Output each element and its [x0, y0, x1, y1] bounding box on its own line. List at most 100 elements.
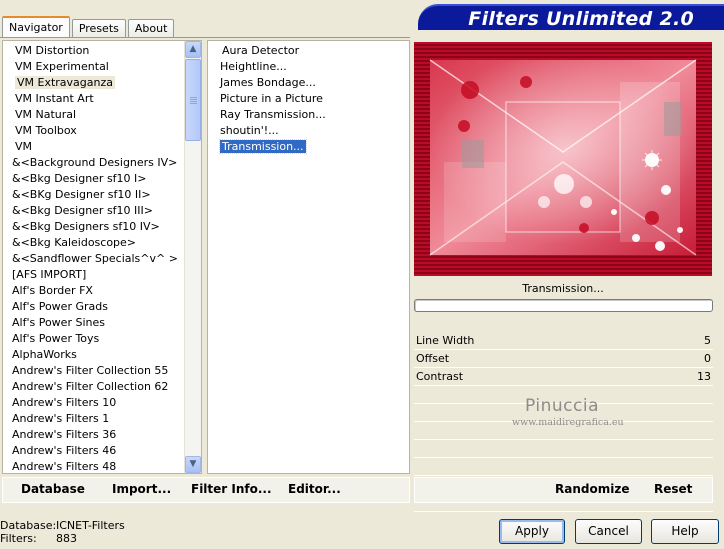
tab-about[interactable]: About — [127, 19, 175, 38]
preview-image — [414, 42, 712, 276]
category-list-panel: VM Distortion VM Experimental VM Extravaga… — [2, 40, 202, 474]
left-toolbar: Database Import... Filter Info... Editor… — [2, 477, 410, 503]
category-item[interactable]: &<Bkg Kaleidoscope> — [3, 235, 185, 251]
scroll-thumb[interactable] — [185, 59, 201, 141]
param-line-width[interactable]: Line Width 5 — [414, 332, 713, 350]
tab-navigator[interactable]: Navigator — [2, 16, 70, 38]
filter-item[interactable]: Heightline... — [208, 59, 409, 75]
category-item[interactable]: VM Toolbox — [3, 123, 185, 139]
randomize-button[interactable]: Randomize — [555, 482, 629, 496]
param-contrast[interactable]: Contrast 13 — [414, 368, 713, 386]
category-label: Andrew's Filters 36 — [12, 428, 117, 441]
param-label: Contrast — [416, 370, 464, 383]
scroll-up-button[interactable]: ▲ — [185, 41, 201, 58]
category-item[interactable]: Andrew's Filters 48 — [3, 459, 185, 473]
category-label: VM Instant Art — [15, 92, 94, 105]
category-label: Alf's Power Grads — [12, 300, 108, 313]
filters-count-label: Filters: — [0, 532, 37, 545]
category-label: Andrew's Filters 10 — [12, 396, 117, 409]
category-item[interactable]: Alf's Power Toys — [3, 331, 185, 347]
filter-item[interactable]: James Bondage... — [208, 75, 409, 91]
filters-count-value: 883 — [56, 532, 77, 545]
filter-label: Ray Transmission... — [220, 108, 326, 121]
category-label: &<Bkg Kaleidoscope> — [12, 236, 137, 249]
apply-button[interactable]: Apply — [499, 519, 565, 544]
category-item[interactable]: VM Extravaganza — [3, 75, 185, 91]
category-label: Andrew's Filter Collection 62 — [12, 380, 169, 393]
category-item[interactable]: Andrew's Filters 1 — [3, 411, 185, 427]
category-item[interactable]: &<Bkg Designer sf10 III> — [3, 203, 185, 219]
category-item[interactable]: Andrew's Filter Collection 55 — [3, 363, 185, 379]
filter-item[interactable]: Transmission... — [208, 139, 409, 155]
grip-line — [190, 99, 197, 100]
progress-bar — [414, 299, 713, 312]
filter-label: Picture in a Picture — [220, 92, 323, 105]
filter-item[interactable]: shoutin'!... — [208, 123, 409, 139]
category-label: VM Experimental — [15, 60, 109, 73]
filter-label: Heightline... — [220, 60, 287, 73]
database-button[interactable]: Database — [21, 482, 85, 496]
category-item[interactable]: &<Bkg Designer sf10 I> — [3, 171, 185, 187]
category-label: Andrew's Filters 48 — [12, 460, 117, 473]
tab-presets[interactable]: Presets — [71, 19, 126, 38]
category-item[interactable]: [AFS IMPORT] — [3, 267, 185, 283]
editor-button[interactable]: Editor... — [288, 482, 341, 496]
category-label: Andrew's Filters 46 — [12, 444, 117, 457]
category-label: &<Bkg Designer sf10 I> — [12, 172, 147, 185]
param-offset[interactable]: Offset 0 — [414, 350, 713, 368]
preview-caption: Transmission... — [522, 282, 604, 295]
database-info: Database: ICNET-Filters Filters: 883 — [0, 519, 125, 545]
param-value[interactable]: 13 — [697, 368, 711, 385]
category-item[interactable]: Alf's Border FX — [3, 283, 185, 299]
filter-info-button[interactable]: Filter Info... — [191, 482, 272, 496]
database-label: Database: — [0, 519, 57, 532]
category-label: &<Sandflower Specials^v^ > — [12, 252, 178, 265]
filter-list[interactable]: Aura Detector Heightline... James Bondage.… — [208, 41, 409, 155]
category-item[interactable]: VM Distortion — [3, 43, 185, 59]
cancel-button[interactable]: Cancel — [575, 519, 642, 544]
category-item[interactable]: VM — [3, 139, 185, 155]
filter-item[interactable]: Ray Transmission... — [208, 107, 409, 123]
category-item[interactable]: &<Bkg Designers sf10 IV> — [3, 219, 185, 235]
category-scrollbar[interactable]: ▲ ▼ — [184, 41, 201, 473]
category-item[interactable]: Andrew's Filter Collection 62 — [3, 379, 185, 395]
category-item[interactable]: Alf's Power Grads — [3, 299, 185, 315]
category-list[interactable]: VM Distortion VM Experimental VM Extravaga… — [3, 43, 185, 473]
category-item[interactable]: &<Sandflower Specials^v^ > — [3, 251, 185, 267]
filter-item[interactable]: Picture in a Picture — [208, 91, 409, 107]
param-value[interactable]: 5 — [704, 332, 711, 349]
category-item[interactable]: Alf's Power Sines — [3, 315, 185, 331]
grip-line — [190, 103, 197, 104]
database-value: ICNET-Filters — [56, 519, 125, 532]
category-item[interactable]: VM Instant Art — [3, 91, 185, 107]
category-label: VM — [15, 140, 33, 153]
category-item[interactable]: Andrew's Filters 10 — [3, 395, 185, 411]
category-item[interactable]: Andrew's Filters 46 — [3, 443, 185, 459]
param-slot-empty — [414, 386, 713, 404]
scroll-down-button[interactable]: ▼ — [185, 456, 201, 473]
category-item[interactable]: AlphaWorks — [3, 347, 185, 363]
category-label: VM Extravaganza — [15, 76, 116, 89]
filter-label: Transmission... — [219, 139, 307, 154]
tab-divider — [0, 37, 410, 38]
category-item[interactable]: VM Natural — [3, 107, 185, 123]
category-label: Alf's Power Toys — [12, 332, 100, 345]
category-item[interactable]: &<BKg Designer sf10 II> — [3, 187, 185, 203]
filter-label: James Bondage... — [220, 76, 316, 89]
help-button[interactable]: Help — [651, 519, 719, 544]
param-label: Line Width — [416, 334, 475, 347]
category-label: Alf's Power Sines — [12, 316, 105, 329]
category-label: VM Natural — [15, 108, 77, 121]
import-button[interactable]: Import... — [112, 482, 171, 496]
category-label: Andrew's Filter Collection 55 — [12, 364, 169, 377]
category-item[interactable]: Andrew's Filters 36 — [3, 427, 185, 443]
category-label: AlphaWorks — [12, 348, 77, 361]
reset-button[interactable]: Reset — [654, 482, 692, 496]
category-label: &<Background Designers IV> — [12, 156, 178, 169]
param-value[interactable]: 0 — [704, 350, 711, 367]
filter-item[interactable]: Aura Detector — [208, 43, 409, 59]
filter-list-panel: Aura Detector Heightline... James Bondage.… — [207, 40, 410, 474]
category-label: &<Bkg Designers sf10 IV> — [12, 220, 160, 233]
category-item[interactable]: &<Background Designers IV> — [3, 155, 185, 171]
category-item[interactable]: VM Experimental — [3, 59, 185, 75]
